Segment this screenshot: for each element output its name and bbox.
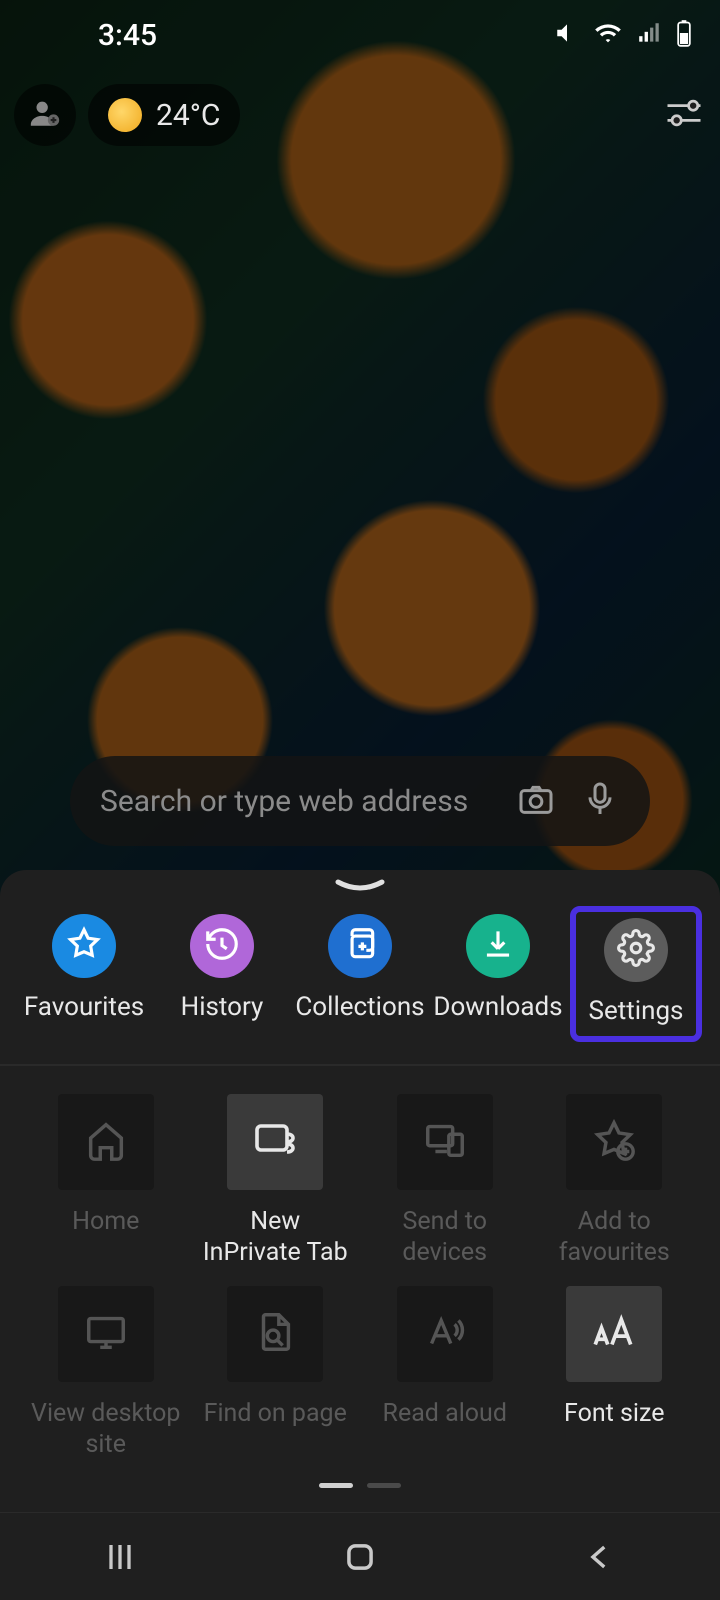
view-desktop-site-label: View desktop site	[30, 1398, 182, 1461]
search-bar[interactable]: Search or type web address	[70, 756, 650, 846]
feed-settings-icon[interactable]	[662, 91, 706, 139]
add-to-favourites-button[interactable]: Add to favourites	[539, 1094, 691, 1269]
settings-label: Settings	[589, 996, 684, 1026]
signal-icon	[636, 20, 662, 50]
collections-icon	[341, 925, 379, 967]
desktop-icon	[83, 1309, 129, 1359]
font-size-label: Font size	[564, 1398, 664, 1460]
camera-icon[interactable]	[516, 779, 556, 823]
view-desktop-site-button[interactable]: View desktop site	[30, 1286, 182, 1461]
battery-icon	[676, 19, 692, 51]
mute-icon	[554, 20, 580, 50]
add-to-favourites-label: Add to favourites	[539, 1206, 691, 1269]
wifi-icon	[594, 19, 622, 51]
font-size-button[interactable]: Font size	[539, 1286, 691, 1461]
menu-sheet: Favourites History Collections	[0, 870, 720, 1600]
favourites-button[interactable]: Favourites	[18, 914, 150, 1042]
sheet-drag-handle[interactable]	[0, 870, 720, 896]
star-icon	[65, 925, 103, 967]
send-to-devices-button[interactable]: Send to devices	[369, 1094, 521, 1269]
home-icon	[83, 1117, 129, 1167]
status-bar: 3:45	[0, 0, 720, 70]
home-label: Home	[72, 1206, 139, 1268]
gear-icon	[617, 929, 655, 971]
settings-button[interactable]: Settings	[570, 906, 702, 1042]
downloads-label: Downloads	[433, 992, 562, 1022]
page-dot-2	[367, 1483, 401, 1488]
home-button[interactable]: Home	[30, 1094, 182, 1269]
home-nav-button[interactable]	[300, 1538, 420, 1576]
weather-temp: 24°C	[156, 98, 220, 133]
font-size-icon	[589, 1307, 639, 1361]
find-on-page-button[interactable]: Find on page	[200, 1286, 352, 1461]
star-add-icon	[591, 1117, 637, 1167]
profile-add-icon	[28, 96, 62, 134]
status-time: 3:45	[98, 18, 157, 53]
send-to-devices-label: Send to devices	[369, 1206, 521, 1269]
history-button[interactable]: History	[156, 914, 288, 1042]
devices-icon	[422, 1117, 468, 1167]
favourites-label: Favourites	[24, 992, 144, 1022]
page-dot-1	[319, 1483, 353, 1488]
read-aloud-label: Read aloud	[383, 1398, 507, 1460]
collections-button[interactable]: Collections	[294, 914, 426, 1042]
system-nav-bar	[0, 1513, 720, 1600]
collections-label: Collections	[295, 992, 424, 1022]
new-inprivate-tab-button[interactable]: New InPrivate Tab	[200, 1094, 352, 1269]
mic-icon[interactable]	[580, 779, 620, 823]
inprivate-icon	[251, 1116, 299, 1168]
weather-chip[interactable]: 24°C	[88, 84, 240, 146]
back-nav-button[interactable]	[540, 1540, 660, 1574]
downloads-button[interactable]: Downloads	[432, 914, 564, 1042]
find-icon	[252, 1309, 298, 1359]
history-label: History	[181, 992, 264, 1022]
search-placeholder: Search or type web address	[100, 784, 492, 819]
history-icon	[203, 925, 241, 967]
read-aloud-icon	[422, 1309, 468, 1359]
new-inprivate-tab-label: New InPrivate Tab	[200, 1206, 352, 1269]
recents-button[interactable]	[60, 1539, 180, 1575]
find-on-page-label: Find on page	[204, 1398, 347, 1460]
read-aloud-button[interactable]: Read aloud	[369, 1286, 521, 1461]
profile-chip[interactable]	[14, 84, 76, 146]
download-icon	[479, 925, 517, 967]
sun-icon	[108, 98, 142, 132]
page-indicator[interactable]	[0, 1471, 720, 1512]
